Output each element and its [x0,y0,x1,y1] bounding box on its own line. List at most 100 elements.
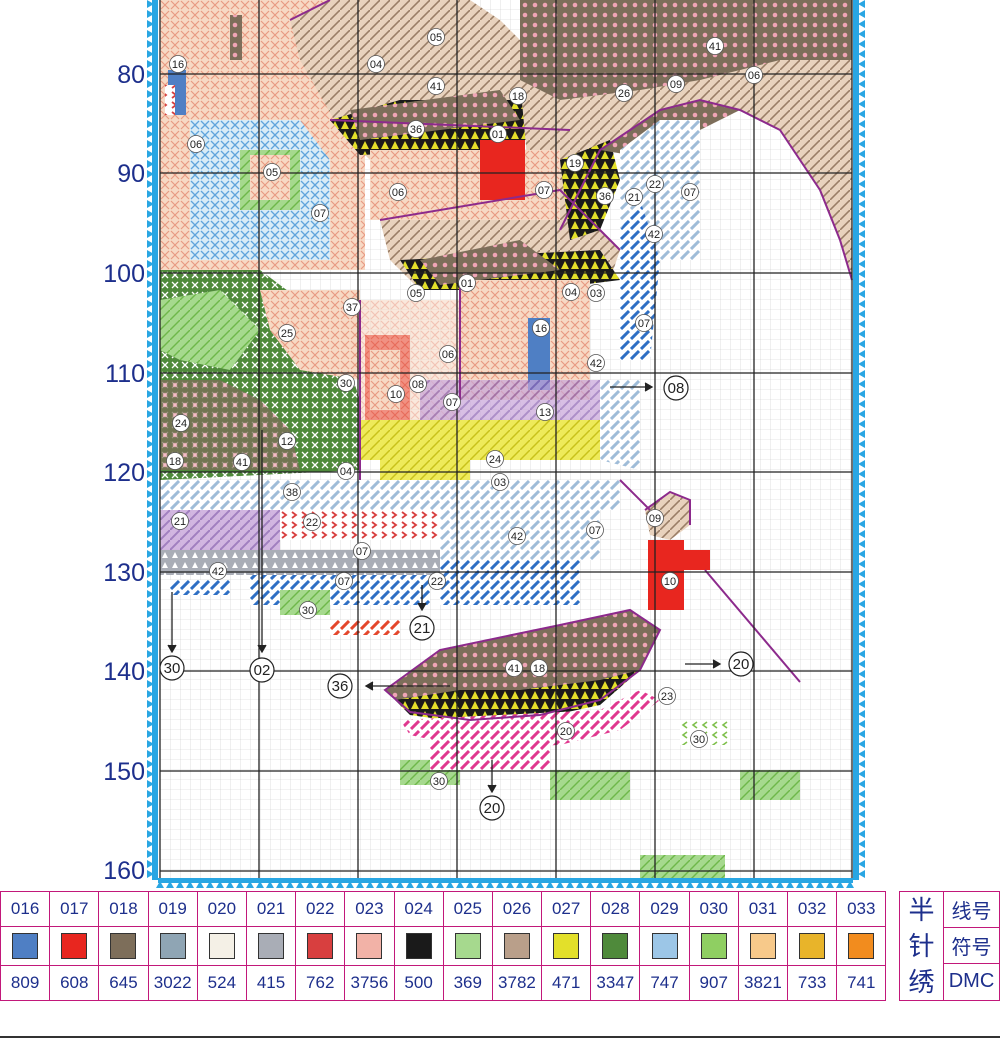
color-legend: 016 017 018 019 020 021 022 023 024 025 026 027 028 0… [0,891,1000,1003]
tick-mark [858,480,865,488]
white-dots-on-red-icon [61,933,88,959]
y-label: 90 [117,160,145,188]
tick-mark [858,370,865,378]
symbol-label: 06 [389,183,407,201]
symbol-label: 01 [489,125,507,143]
tick-mark [858,520,865,528]
garden-left [160,270,360,480]
legend-swatch-cell [147,926,198,966]
symbol-label: 09 [646,509,664,527]
half-stitch-key: 半 针 绣 线号 符号 DMC [897,891,1000,1001]
tick-mark [858,420,865,428]
legend-dmc: 524 [196,965,247,1001]
tick-mark [858,700,865,708]
svg-text:07: 07 [356,546,368,558]
svg-text:13: 13 [539,407,551,419]
tick-mark [858,360,865,368]
legend-swatch-cell [0,926,51,966]
tick-mark [858,410,865,418]
symbol-label: 18 [509,87,527,105]
legend-dmc: 415 [245,965,297,1001]
y-axis-labels: 80 90 100 110 120 130 140 150 160 [103,61,145,885]
tick-mark [858,690,865,698]
symbol-label: 24 [486,450,504,468]
tick-mark [858,0,865,8]
callout: 30 [159,655,185,681]
symbol-label: 10 [387,385,405,403]
legend-code: 027 [541,891,592,927]
symbol-label: 03 [587,284,605,302]
red-l-marks-on-blue-icon [651,933,678,959]
legend-dmc: 907 [688,965,739,1001]
symbol-label: 22 [303,513,321,531]
legend-dmc: 369 [442,965,493,1001]
legend-code: 031 [737,891,789,927]
svg-text:23: 23 [661,691,673,703]
tick-mark [858,300,865,308]
tick-mark [858,620,865,628]
legend-dmc: 471 [541,965,592,1001]
tick-mark [858,640,865,648]
svg-text:22: 22 [649,179,661,191]
tick-mark [858,650,865,658]
y-label: 140 [103,658,145,686]
legend-table: 016 017 018 019 020 021 022 023 024 025 026 027 028 0… [0,891,887,1001]
legend-code: 016 [0,891,51,927]
half-stitch-title: 半 针 绣 [899,891,943,1001]
svg-text:04: 04 [340,466,352,478]
tick-mark [858,170,865,178]
symbol-label: 07 [535,181,553,199]
svg-text:07: 07 [338,576,350,588]
svg-text:06: 06 [442,349,454,361]
svg-text:10: 10 [664,576,676,588]
svg-text:18: 18 [512,91,524,103]
symbol-label: 37 [343,298,361,316]
svg-text:20: 20 [484,800,501,817]
legend-code: 019 [147,891,198,927]
y-label: 150 [103,758,145,786]
svg-text:04: 04 [370,59,382,71]
svg-text:07: 07 [684,187,696,199]
legend-swatch-cell [49,926,100,966]
white-triangles-on-gray-icon [258,933,285,959]
y-label: 80 [117,61,145,89]
legend-dmc: 747 [639,965,690,1001]
svg-text:36: 36 [410,124,422,136]
tick-mark [858,670,865,678]
svg-text:20: 20 [560,726,572,738]
tick-mark [858,310,865,318]
svg-text:37: 37 [346,302,358,314]
symbol-label: 36 [407,120,425,138]
legend-code: 029 [639,891,690,927]
white-grid-icon [208,933,235,959]
symbol-label: 42 [508,527,526,545]
legend-swatch-cell [786,926,838,966]
svg-text:20: 20 [733,656,750,673]
half-stitch-char: 绣 [908,967,935,997]
symbol-label: 36 [596,187,614,205]
tick-mark [858,160,865,168]
solid-square-icon [12,933,39,959]
tick-mark [858,190,865,198]
tick-mark [858,180,865,188]
svg-text:12: 12 [281,436,293,448]
yellow-diagonal-icon [553,933,580,959]
symbol-label: 13 [536,403,554,421]
svg-text:03: 03 [494,477,506,489]
tick-mark [858,500,865,508]
border-ticks-right [858,0,865,878]
tick-mark [858,450,865,458]
callout: 02 [249,657,275,683]
symbol-label: 07 [311,204,329,222]
callout: 36 [327,673,353,699]
svg-text:08: 08 [668,380,685,397]
tick-mark [858,730,865,738]
symbol-label: 42 [209,562,227,580]
tick-mark [858,810,865,818]
tick-mark [858,540,865,548]
svg-text:05: 05 [410,288,422,300]
legend-code: 032 [786,891,838,927]
tick-mark [858,10,865,18]
tick-mark [858,820,865,828]
legend-code: 023 [344,891,395,927]
